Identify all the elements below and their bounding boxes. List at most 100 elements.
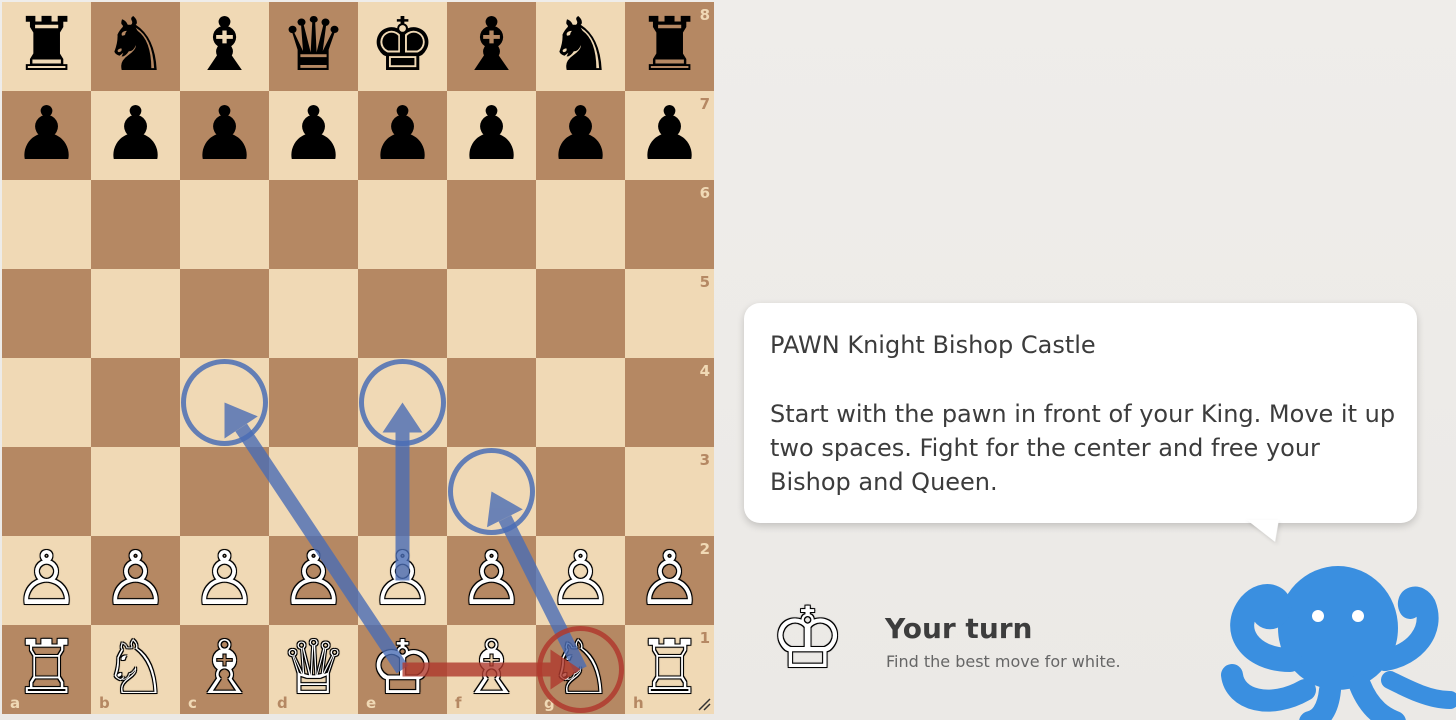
square-h4[interactable]: 4 [625, 358, 714, 447]
square-f8[interactable]: ♝ [447, 2, 536, 91]
file-label: e [366, 694, 377, 712]
square-e5[interactable] [358, 269, 447, 358]
square-h7[interactable]: ♟ 7 [625, 91, 714, 180]
square-d2[interactable]: ♙ [269, 536, 358, 625]
square-b2[interactable]: ♙ [91, 536, 180, 625]
chess-board[interactable]: ♜ ♞ ♝ ♛ ♚ ♝ ♞ ♜ 8 ♟ ♟ ♟ ♟ ♟ ♟ ♟ ♟ 7 6 5 4 3 ♙ ♙ ♙ ♙ ♙ ♙ ♙ ♙ 2 ♖ a ♘ b ♗ c ♕ d ♔… [2, 2, 714, 714]
square-d1[interactable]: ♕ d [269, 625, 358, 714]
square-e6[interactable] [358, 180, 447, 269]
square-g1[interactable]: ♘ g [536, 625, 625, 714]
square-h2[interactable]: ♙ 2 [625, 536, 714, 625]
square-a7[interactable]: ♟ [2, 91, 91, 180]
chess-piece[interactable]: ♟ [547, 97, 613, 171]
square-d4[interactable] [269, 358, 358, 447]
square-e2[interactable]: ♙ [358, 536, 447, 625]
square-a2[interactable]: ♙ [2, 536, 91, 625]
board-resize-handle[interactable] [697, 697, 711, 711]
square-c3[interactable] [180, 447, 269, 536]
square-b1[interactable]: ♘ b [91, 625, 180, 714]
chess-piece[interactable]: ♝ [458, 8, 524, 82]
chess-piece[interactable]: ♞ [102, 8, 168, 82]
square-e1[interactable]: ♔ e [358, 625, 447, 714]
square-d6[interactable] [269, 180, 358, 269]
chess-piece[interactable]: ♖ [636, 631, 702, 705]
chess-piece[interactable]: ♙ [102, 542, 168, 616]
square-b4[interactable] [91, 358, 180, 447]
chess-piece[interactable]: ♝ [191, 8, 257, 82]
chess-piece[interactable]: ♜ [13, 8, 79, 82]
square-g8[interactable]: ♞ [536, 2, 625, 91]
square-f1[interactable]: ♗ f [447, 625, 536, 714]
chess-piece[interactable]: ♙ [458, 542, 524, 616]
square-d8[interactable]: ♛ [269, 2, 358, 91]
chess-piece[interactable]: ♚ [369, 8, 435, 82]
chess-piece[interactable]: ♘ [102, 631, 168, 705]
chess-piece[interactable]: ♔ [369, 631, 435, 705]
square-e3[interactable] [358, 447, 447, 536]
square-a4[interactable] [2, 358, 91, 447]
square-f4[interactable] [447, 358, 536, 447]
chess-piece[interactable]: ♟ [458, 97, 524, 171]
square-a5[interactable] [2, 269, 91, 358]
square-d7[interactable]: ♟ [269, 91, 358, 180]
chess-piece[interactable]: ♗ [191, 631, 257, 705]
square-h5[interactable]: 5 [625, 269, 714, 358]
square-f5[interactable] [447, 269, 536, 358]
square-c5[interactable] [180, 269, 269, 358]
square-c8[interactable]: ♝ [180, 2, 269, 91]
chess-piece[interactable]: ♜ [636, 8, 702, 82]
square-e4[interactable] [358, 358, 447, 447]
square-b5[interactable] [91, 269, 180, 358]
square-a3[interactable] [2, 447, 91, 536]
square-h3[interactable]: 3 [625, 447, 714, 536]
chess-piece[interactable]: ♟ [636, 97, 702, 171]
square-d5[interactable] [269, 269, 358, 358]
chess-piece[interactable]: ♟ [369, 97, 435, 171]
chess-piece[interactable]: ♞ [547, 8, 613, 82]
square-a1[interactable]: ♖ a [2, 625, 91, 714]
square-g5[interactable] [536, 269, 625, 358]
square-g2[interactable]: ♙ [536, 536, 625, 625]
square-f6[interactable] [447, 180, 536, 269]
square-b8[interactable]: ♞ [91, 2, 180, 91]
rank-label: 8 [699, 6, 710, 24]
chess-piece[interactable]: ♙ [369, 542, 435, 616]
chess-piece[interactable]: ♖ [13, 631, 79, 705]
chess-piece[interactable]: ♗ [458, 631, 524, 705]
square-b3[interactable] [91, 447, 180, 536]
square-e7[interactable]: ♟ [358, 91, 447, 180]
square-b7[interactable]: ♟ [91, 91, 180, 180]
square-b6[interactable] [91, 180, 180, 269]
chess-piece[interactable]: ♘ [547, 631, 613, 705]
square-a8[interactable]: ♜ [2, 2, 91, 91]
square-h8[interactable]: ♜ 8 [625, 2, 714, 91]
chess-piece[interactable]: ♕ [280, 631, 346, 705]
chess-piece[interactable]: ♙ [636, 542, 702, 616]
square-c1[interactable]: ♗ c [180, 625, 269, 714]
chess-piece[interactable]: ♟ [13, 97, 79, 171]
chess-piece[interactable]: ♛ [280, 8, 346, 82]
chess-piece[interactable]: ♟ [102, 97, 168, 171]
square-g3[interactable] [536, 447, 625, 536]
chess-piece[interactable]: ♙ [280, 542, 346, 616]
square-g7[interactable]: ♟ [536, 91, 625, 180]
chess-piece[interactable]: ♟ [280, 97, 346, 171]
chess-piece[interactable]: ♙ [547, 542, 613, 616]
square-h6[interactable]: 6 [625, 180, 714, 269]
square-g4[interactable] [536, 358, 625, 447]
square-f7[interactable]: ♟ [447, 91, 536, 180]
square-a6[interactable] [2, 180, 91, 269]
square-g6[interactable] [536, 180, 625, 269]
square-d3[interactable] [269, 447, 358, 536]
chess-piece[interactable]: ♙ [191, 542, 257, 616]
square-c4[interactable] [180, 358, 269, 447]
square-e8[interactable]: ♚ [358, 2, 447, 91]
coach-message: Start with the pawn in front of your Kin… [770, 400, 1396, 496]
chess-piece[interactable]: ♟ [191, 97, 257, 171]
square-f2[interactable]: ♙ [447, 536, 536, 625]
chess-piece[interactable]: ♙ [13, 542, 79, 616]
square-c6[interactable] [180, 180, 269, 269]
square-f3[interactable] [447, 447, 536, 536]
square-c2[interactable]: ♙ [180, 536, 269, 625]
square-c7[interactable]: ♟ [180, 91, 269, 180]
